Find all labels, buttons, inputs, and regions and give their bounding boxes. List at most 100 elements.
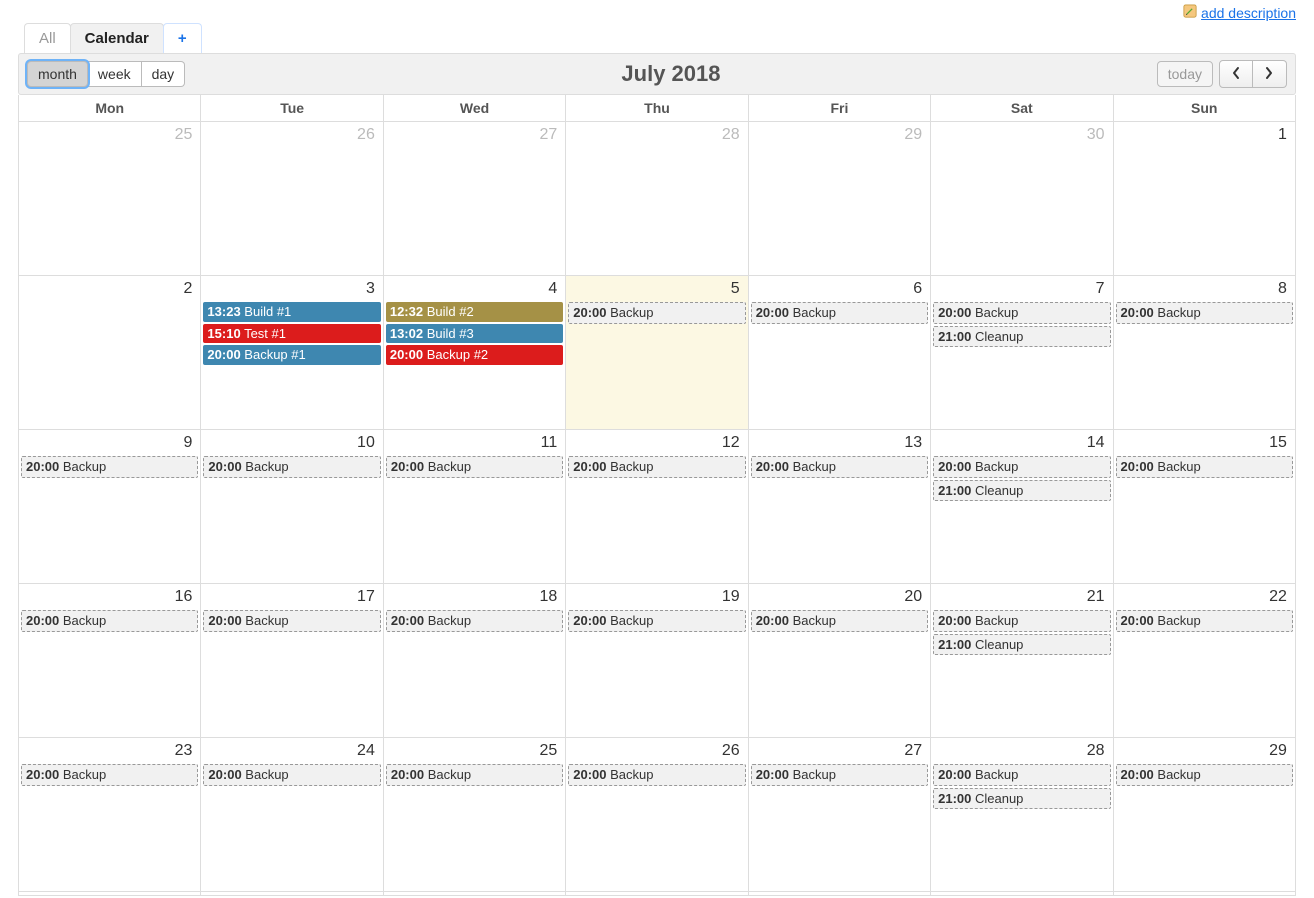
calendar-cell[interactable]: 412:32 Build #213:02 Build #320:00 Backu… [384, 276, 566, 430]
calendar-cell[interactable]: 1320:00 Backup [749, 430, 931, 584]
calendar-event[interactable]: 21:00 Cleanup [933, 326, 1110, 348]
calendar-event[interactable]: 21:00 Cleanup [933, 634, 1110, 656]
calendar-event[interactable]: 20:00 Backup [21, 764, 198, 786]
calendar-cell[interactable]: 1 [1114, 122, 1296, 276]
calendar-cell[interactable]: 20 20:00 Backup [749, 584, 931, 738]
calendar-cell[interactable]: 1020:00 Backup [201, 430, 383, 584]
calendar-event[interactable]: 20:00 Backup [751, 302, 928, 324]
calendar-cell[interactable] [931, 892, 1113, 896]
chevron-left-icon [1231, 66, 1241, 83]
calendar-event[interactable]: 20:00 Backup [386, 610, 563, 632]
event-label: Backup [428, 613, 471, 628]
calendar-event[interactable]: 20:00 Backup [21, 610, 198, 632]
calendar-cell[interactable]: 2 [19, 276, 201, 430]
calendar-event[interactable]: 20:00 Backup [21, 456, 198, 478]
event-label: Backup [975, 459, 1018, 474]
calendar-cell[interactable]: 26 [201, 122, 383, 276]
calendar-cell[interactable]: 2820:00 Backup21:00 Cleanup [931, 738, 1113, 892]
next-button[interactable] [1253, 60, 1287, 88]
calendar-event[interactable]: 15:10 Test #1 [203, 324, 380, 344]
calendar-cell[interactable]: 22 20:00 Backup [1114, 584, 1296, 738]
calendar-cell[interactable] [19, 892, 201, 896]
calendar-event[interactable]: 20:00 Backup [933, 764, 1110, 786]
calendar-cell[interactable]: 720:00 Backup21:00 Cleanup [931, 276, 1113, 430]
calendar-cell[interactable]: 2720:00 Backup [749, 738, 931, 892]
calendar-event[interactable]: 12:32 Build #2 [386, 302, 563, 322]
day-number: 18 [539, 588, 557, 606]
calendar-event[interactable]: 20:00 Backup [568, 764, 745, 786]
view-day-button[interactable]: day [142, 61, 186, 87]
calendar-cell[interactable]: 1220:00 Backup [566, 430, 748, 584]
calendar-cell[interactable]: 820:00 Backup [1114, 276, 1296, 430]
day-number: 25 [539, 742, 557, 760]
day-number: 30 [1087, 126, 1105, 144]
event-time: 12:32 [390, 304, 423, 319]
calendar-cell[interactable]: 1420:00 Backup21:00 Cleanup [931, 430, 1113, 584]
calendar-cell[interactable]: 30 [931, 122, 1113, 276]
event-label: Backup [1157, 305, 1200, 320]
view-week-button[interactable]: week [88, 61, 142, 87]
calendar-cell[interactable] [566, 892, 748, 896]
calendar-cell[interactable] [749, 892, 931, 896]
calendar-cell[interactable]: 29 [749, 122, 931, 276]
calendar-cell[interactable]: 2420:00 Backup [201, 738, 383, 892]
calendar-cell[interactable]: 25 20:00 Backup [384, 738, 566, 892]
calendar-event[interactable]: 20:00 Backup [203, 764, 380, 786]
day-number: 22 [1269, 588, 1287, 606]
calendar-event[interactable]: 20:00 Backup [933, 610, 1110, 632]
calendar-event[interactable]: 20:00 Backup #1 [203, 345, 380, 365]
tab-calendar[interactable]: Calendar [70, 23, 164, 53]
calendar-cell[interactable]: 1620:00 Backup [19, 584, 201, 738]
event-time: 20:00 [573, 305, 606, 320]
calendar-cell[interactable]: 2320:00 Backup [19, 738, 201, 892]
calendar-event[interactable]: 20:00 Backup [933, 302, 1110, 324]
calendar-event[interactable]: 20:00 Backup #2 [386, 345, 563, 365]
prev-button[interactable] [1219, 60, 1253, 88]
calendar-event[interactable]: 13:23 Build #1 [203, 302, 380, 322]
tab-all[interactable]: All [24, 23, 71, 53]
calendar-cell[interactable]: 28 [566, 122, 748, 276]
calendar-event[interactable]: 20:00 Backup [568, 456, 745, 478]
add-description-link[interactable]: add description [1183, 4, 1296, 21]
calendar-event[interactable]: 20:00 Backup [1116, 456, 1293, 478]
view-month-button[interactable]: month [27, 61, 88, 87]
calendar-cell[interactable]: 1520:00 Backup [1114, 430, 1296, 584]
calendar-event[interactable]: 20:00 Backup [751, 456, 928, 478]
calendar-cell[interactable] [201, 892, 383, 896]
tab-add[interactable]: + [163, 23, 202, 53]
calendar-cell[interactable] [1114, 892, 1296, 896]
calendar-cell[interactable]: 920:00 Backup [19, 430, 201, 584]
calendar-event[interactable]: 21:00 Cleanup [933, 788, 1110, 810]
calendar-event[interactable]: 20:00 Backup [568, 610, 745, 632]
calendar-event[interactable]: 20:00 Backup [1116, 764, 1293, 786]
calendar-cell[interactable]: 1720:00 Backup [201, 584, 383, 738]
calendar-cell[interactable]: 1920:00 Backup [566, 584, 748, 738]
calendar-event[interactable]: 13:02 Build #3 [386, 324, 563, 344]
calendar-cell[interactable]: 5 20:00 Backup [566, 276, 748, 430]
calendar-cell[interactable]: 2620:00 Backup [566, 738, 748, 892]
calendar-cell[interactable]: 25 [19, 122, 201, 276]
calendar-event[interactable]: 20:00 Backup [933, 456, 1110, 478]
today-button[interactable]: today [1157, 61, 1213, 87]
calendar-event[interactable]: 20:00 Backup [568, 302, 745, 324]
calendar-cell[interactable]: 2920:00 Backup [1114, 738, 1296, 892]
calendar-event[interactable]: 20:00 Backup [386, 764, 563, 786]
calendar-event[interactable]: 20:00 Backup [203, 456, 380, 478]
calendar-cell[interactable]: 2120:00 Backup21:00 Cleanup [931, 584, 1113, 738]
day-number: 5 [731, 280, 740, 298]
calendar-event[interactable]: 21:00 Cleanup [933, 480, 1110, 502]
day-number: 20 [904, 588, 922, 606]
calendar-cell[interactable]: 620:00 Backup [749, 276, 931, 430]
calendar-cell[interactable]: 313:23 Build #115:10 Test #120:00 Backup… [201, 276, 383, 430]
calendar-event[interactable]: 20:00 Backup [1116, 302, 1293, 324]
calendar-cell[interactable]: 27 [384, 122, 566, 276]
event-label: Build #2 [427, 304, 474, 319]
calendar-cell[interactable]: 18 20:00 Backup [384, 584, 566, 738]
calendar-event[interactable]: 20:00 Backup [203, 610, 380, 632]
calendar-event[interactable]: 20:00 Backup [386, 456, 563, 478]
calendar-cell[interactable] [384, 892, 566, 896]
calendar-event[interactable]: 20:00 Backup [751, 764, 928, 786]
calendar-event[interactable]: 20:00 Backup [751, 610, 928, 632]
calendar-event[interactable]: 20:00 Backup [1116, 610, 1293, 632]
calendar-cell[interactable]: 1120:00 Backup [384, 430, 566, 584]
